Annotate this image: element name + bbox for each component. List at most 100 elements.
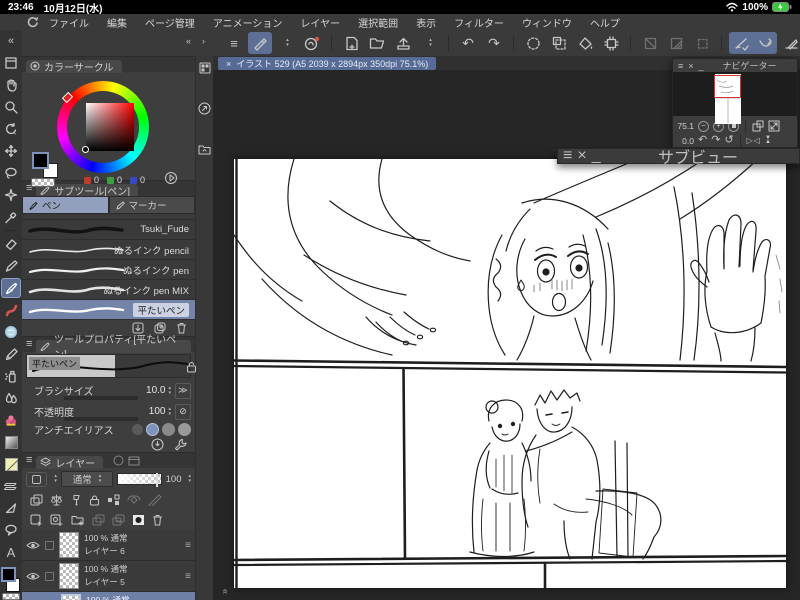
lock-transparent-pixels-icon[interactable] [107, 494, 120, 506]
tool-rotate-canvas[interactable] [1, 119, 21, 139]
new-raster-layer-icon[interactable] [30, 514, 43, 526]
undo-button[interactable]: ↶ [456, 32, 480, 54]
save-button[interactable] [391, 32, 415, 54]
tool-figure[interactable] [1, 454, 21, 474]
zoom-value[interactable]: 75.1 [677, 121, 694, 131]
layer-opacity-stepper[interactable]: ▴ ▾ [188, 474, 191, 484]
snap-to-special-ruler-button[interactable] [753, 32, 777, 54]
panel-menu-icon[interactable]: ≡ [26, 455, 32, 466]
panel-menu-icon[interactable]: ≡ [26, 339, 32, 350]
save-options-stepper[interactable]: ▴ ▾ [417, 32, 441, 54]
opacity-stepper[interactable]: ▴ ▾ [168, 406, 171, 417]
material-panel-icon[interactable] [198, 143, 211, 155]
tool-watercolor[interactable] [1, 322, 21, 342]
layer-mask-icon[interactable] [132, 514, 145, 526]
new-canvas-button[interactable] [339, 32, 363, 54]
tool-flow-line[interactable] [1, 498, 21, 518]
menu-selection[interactable]: 選択範囲 [358, 15, 398, 30]
navigator-thumbnail[interactable] [673, 72, 797, 124]
layer-checkbox[interactable] [45, 571, 54, 581]
tool-airbrush[interactable] [1, 366, 21, 386]
transparent-color-swatch[interactable] [2, 593, 20, 600]
app-logo-icon[interactable] [26, 16, 39, 29]
tool-frame-border[interactable] [1, 476, 21, 496]
brush-size-slider[interactable] [64, 396, 138, 400]
opacity-dynamics-button[interactable]: ⊘ [175, 403, 191, 420]
layer-tab[interactable]: レイヤー [36, 455, 104, 470]
wrench-icon[interactable] [174, 438, 187, 451]
panel-menu-icon[interactable]: ≡ [563, 147, 572, 165]
subtool-detail-icon[interactable] [198, 102, 211, 115]
tool-property-tab[interactable]: ツールプロパティ[平たいペン] [36, 335, 191, 361]
sv-marker[interactable] [82, 146, 89, 153]
viewport-rectangle[interactable] [714, 75, 741, 98]
flip-vertical-icon[interactable]: ▼ ▲ [765, 135, 771, 144]
layer-property-tab-icon[interactable] [113, 455, 124, 466]
delete-layer-icon[interactable] [152, 514, 163, 526]
tool-eyedropper[interactable] [1, 207, 21, 227]
tool-marker[interactable] [1, 256, 21, 276]
layer-row[interactable]: 100 % 通常 レイヤー 5 ≡ [22, 561, 195, 592]
dock-collapse-icon[interactable]: « [186, 36, 191, 46]
layer-row-selected[interactable]: 100 % 通常レイヤー 4 ≡ [22, 592, 195, 600]
layer-row[interactable]: 100 % 通常 レイヤー 6 ≡ [22, 530, 195, 561]
minimize-icon[interactable]: _ [592, 147, 601, 165]
aa-weak-button[interactable] [146, 422, 159, 436]
snap-to-ruler-button[interactable] [729, 32, 753, 54]
brush-row[interactable]: ぬるインク pencil [22, 240, 195, 260]
tool-move[interactable] [1, 141, 21, 161]
ruler-range-icon[interactable] [148, 494, 162, 506]
new-folder-icon[interactable] [71, 514, 85, 526]
tool-gradient[interactable] [1, 432, 21, 452]
tool-balloon[interactable] [1, 520, 21, 540]
close-icon[interactable]: × [577, 147, 586, 165]
dock-expand-icon[interactable]: › [202, 36, 205, 46]
menu-filter[interactable]: フィルター [454, 15, 504, 30]
tool-zoom[interactable] [1, 97, 21, 117]
snap-to-grid-button[interactable] [779, 32, 800, 54]
tool-hand[interactable] [1, 75, 21, 95]
color-panel-tab[interactable]: カラーサークル [26, 59, 122, 74]
workspace-toggle-icon[interactable] [1, 53, 21, 73]
aa-strong-button[interactable] [178, 422, 191, 436]
gradient-disabled-button[interactable] [664, 32, 688, 54]
tool-blend[interactable] [1, 388, 21, 408]
draft-layer-icon[interactable] [70, 494, 82, 506]
brush-row[interactable]: ぬるインク pen MIX [22, 280, 195, 300]
main-color-well[interactable] [32, 152, 49, 169]
tool-switch-stepper[interactable]: ▴ ▾ [274, 32, 298, 54]
redo-button[interactable]: ↷ [482, 32, 506, 54]
scroll-up-double-icon[interactable]: « [219, 589, 230, 595]
selection-disabled-button[interactable] [690, 32, 714, 54]
menu-edit[interactable]: 編集 [107, 15, 127, 30]
layer-handle-icon[interactable]: ≡ [185, 571, 191, 582]
visibility-eye-icon[interactable] [26, 541, 40, 550]
menu-help[interactable]: ヘルプ [590, 15, 620, 30]
fill-button[interactable] [573, 32, 597, 54]
tool-auto-select[interactable] [1, 185, 21, 205]
palette-color-button[interactable] [26, 471, 48, 487]
transfer-to-lower-icon[interactable] [92, 514, 105, 526]
aa-mid-button[interactable] [162, 422, 175, 436]
menu-animation[interactable]: アニメーション [213, 15, 283, 30]
saturation-value-square[interactable] [86, 103, 134, 151]
deselect-button[interactable] [521, 32, 545, 54]
document-page[interactable] [234, 159, 786, 588]
tab-marker[interactable]: マーカー [108, 196, 195, 214]
brush-size-value[interactable]: 10.0 [146, 385, 165, 396]
aa-none-button[interactable] [132, 423, 143, 435]
command-bar-menu-icon[interactable]: ≡ [222, 32, 246, 54]
layer-thumbnail[interactable] [59, 532, 79, 558]
color-mode-icon[interactable] [164, 171, 178, 185]
lock-layer-icon[interactable] [89, 494, 100, 506]
menu-page[interactable]: ページ管理 [145, 15, 195, 30]
open-file-button[interactable] [365, 32, 389, 54]
layer-opacity-slider[interactable] [117, 473, 162, 487]
opacity-value[interactable]: 100 [149, 406, 166, 417]
enable-mask-icon[interactable] [127, 494, 141, 506]
zoom-out-icon[interactable]: − [698, 120, 709, 132]
animation-cel-tab-icon[interactable] [128, 456, 140, 466]
tool-selection[interactable] [1, 163, 21, 183]
document-tab[interactable]: × イラスト 529 (A5 2039 x 2894px 350dpi 75.1… [218, 57, 437, 70]
menu-window[interactable]: ウィンドウ [522, 15, 572, 30]
